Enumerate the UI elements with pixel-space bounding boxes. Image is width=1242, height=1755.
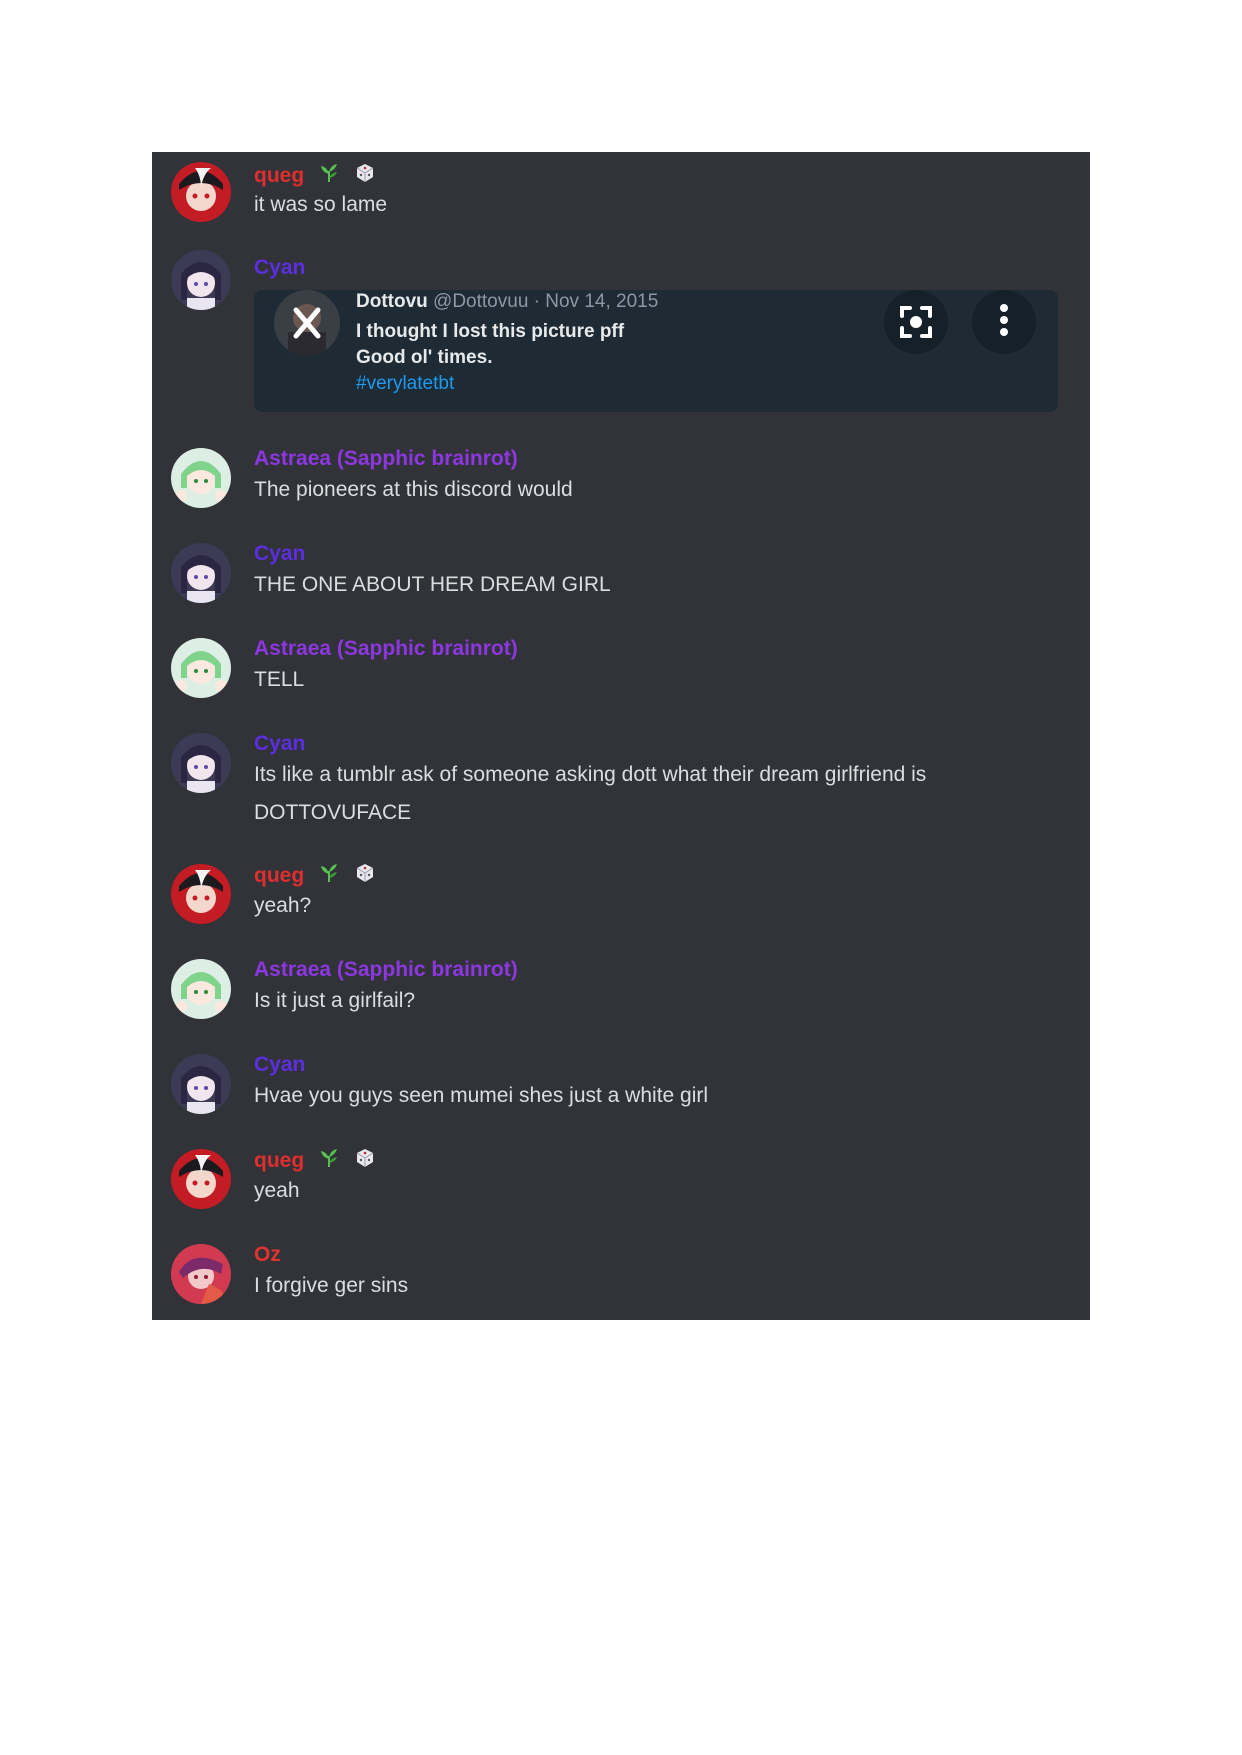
avatar-astraea[interactable] [171,959,231,1019]
username: queg [254,862,376,891]
username-text[interactable]: queg [254,164,304,187]
dice-icon [354,862,376,891]
avatar-cyan[interactable] [171,250,231,310]
message-text: The pioneers at this discord would [254,478,573,501]
username-text[interactable]: queg [254,1149,304,1172]
embed-text-line1: I thought I lost this picture pff [356,321,625,342]
leaf-icon [318,162,340,191]
avatar-cyan[interactable] [171,1054,231,1114]
message-text: it was so lame [254,193,388,216]
dice-icon [354,162,376,191]
username-text[interactable]: Cyan [254,732,305,755]
username-text[interactable]: queg [254,864,304,887]
message-text: I forgive ger sins [254,1274,409,1297]
embed-author-name[interactable]: Dottovu [356,291,428,312]
avatar-astraea[interactable] [171,638,231,698]
leaf-icon [318,1147,340,1176]
avatar-cyan[interactable] [171,733,231,793]
username: Astraea (Sapphic brainrot) [254,446,518,472]
embed-text-line2: Good ol' times. [356,347,493,368]
more-vertical-icon[interactable] [972,290,1036,354]
username-text[interactable]: Cyan [254,256,305,279]
message-text: Is it just a girlfail? [254,989,416,1012]
username-text[interactable]: Cyan [254,542,305,565]
chat-panel: queg it was so lame Cyan Dottovu @Dottov… [152,152,1090,1320]
avatar-queg[interactable] [171,162,231,222]
embed-handle: @Dottovuu · Nov 14, 2015 [433,291,659,312]
message-text: Hvae you guys seen mumei shes just a whi… [254,1084,709,1107]
username: Oz [254,1242,281,1268]
username-text[interactable]: Cyan [254,1053,305,1076]
embed-header: Dottovu @Dottovuu · Nov 14, 2015 [356,290,658,314]
username-text[interactable]: Oz [254,1243,281,1266]
username-text[interactable]: Astraea (Sapphic brainrot) [254,447,518,470]
avatar-astraea[interactable] [171,448,231,508]
message-text: DOTTOVUFACE [254,801,412,824]
username: Cyan [254,1052,305,1078]
avatar-cyan[interactable] [171,543,231,603]
username: Cyan [254,731,305,757]
username-text[interactable]: Astraea (Sapphic brainrot) [254,637,518,660]
username: Astraea (Sapphic brainrot) [254,957,518,983]
avatar-oz[interactable] [171,1244,231,1304]
username: Astraea (Sapphic brainrot) [254,636,518,662]
username: Cyan [254,541,305,567]
message-text: THE ONE ABOUT HER DREAM GIRL [254,573,611,596]
embed-hashtag[interactable]: #verylatetbt [356,372,454,396]
username: queg [254,162,376,191]
avatar-queg[interactable] [171,864,231,924]
lens-icon[interactable] [884,290,948,354]
message-text: yeah [254,1179,300,1202]
username: Cyan [254,255,305,281]
tweet-embed[interactable]: Dottovu @Dottovuu · Nov 14, 2015 I thoug… [254,290,1058,412]
message-text: yeah? [254,894,312,917]
leaf-icon [318,862,340,891]
username-text[interactable]: Astraea (Sapphic brainrot) [254,958,518,981]
message-text: Its like a tumblr ask of someone asking … [254,763,927,786]
close-icon[interactable] [274,290,340,356]
dice-icon [354,1147,376,1176]
message-text: TELL [254,668,305,691]
username: queg [254,1147,376,1176]
avatar-queg[interactable] [171,1149,231,1209]
